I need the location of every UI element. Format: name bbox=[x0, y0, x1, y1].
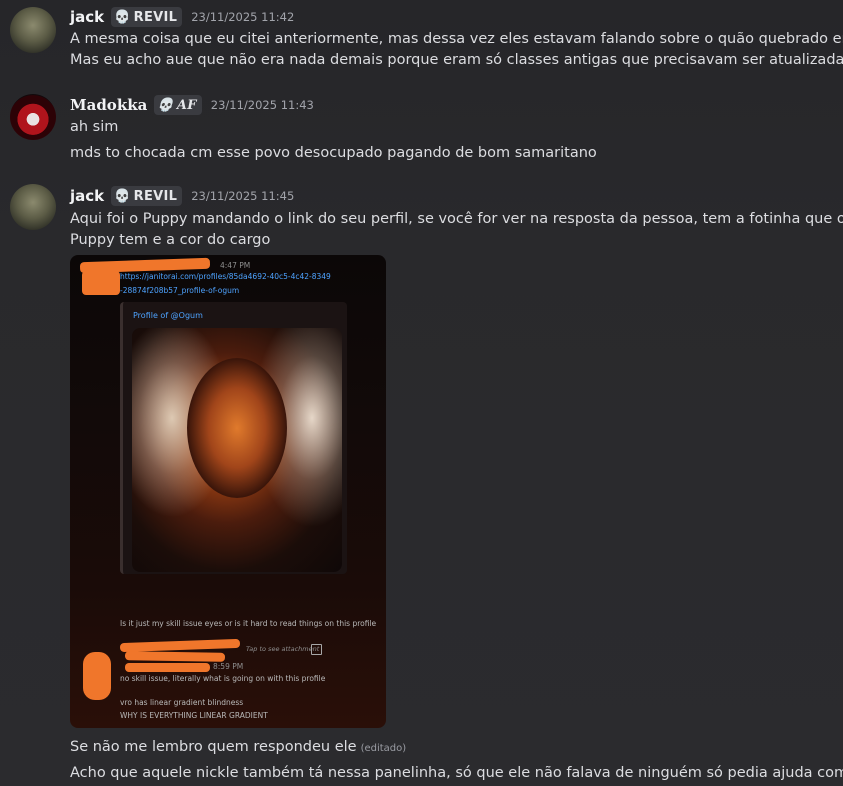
message-line: A mesma coisa que eu citei anteriormente… bbox=[70, 31, 843, 47]
timestamp: 23/11/2025 11:45 bbox=[191, 189, 295, 203]
tap-attachment-label[interactable]: Tap to see attachment bbox=[246, 645, 319, 653]
profile-image bbox=[132, 328, 342, 572]
message-text: Se não me lembro quem respondeu ele bbox=[70, 739, 357, 755]
timestamp: 23/11/2025 11:43 bbox=[210, 98, 314, 112]
avatar[interactable] bbox=[10, 184, 56, 230]
role-tag-label: REVIL bbox=[133, 188, 178, 204]
skull-icon: 💀 bbox=[114, 9, 131, 25]
username[interactable]: jack bbox=[70, 187, 104, 205]
card-title[interactable]: Profile of @Ogum bbox=[133, 311, 203, 320]
message-header: Madokka 💀 AF 23/11/2025 11:43 bbox=[70, 94, 314, 116]
message-line: Mas eu acho aue que não era nada demais … bbox=[70, 52, 843, 68]
message-line: ah sim bbox=[70, 119, 119, 135]
redaction-scribble bbox=[83, 652, 111, 700]
username[interactable]: Madokka bbox=[70, 96, 147, 114]
redaction-scribble bbox=[124, 651, 226, 662]
embed-link[interactable]: https://janitorai.com/profiles/85da4692-… bbox=[120, 272, 331, 281]
embed-time: 8:59 PM bbox=[213, 662, 244, 671]
message-header: jack 💀 REVIL 23/11/2025 11:45 bbox=[70, 185, 294, 207]
message-line: Acho que aquele nickle também tá nessa p… bbox=[70, 765, 843, 781]
purple-skull-icon: 💀 bbox=[157, 97, 174, 113]
redaction-scribble bbox=[125, 663, 210, 672]
message-line: mds to chocada cm esse povo desocupado p… bbox=[70, 145, 597, 161]
timestamp: 23/11/2025 11:42 bbox=[191, 10, 295, 24]
embed-message: WHY IS EVERYTHING LINEAR GRADIENT bbox=[120, 711, 268, 720]
role-tag-label: AF bbox=[176, 97, 197, 113]
message-line: Puppy tem e a cor do cargo bbox=[70, 232, 271, 248]
role-tag[interactable]: 💀 AF bbox=[154, 95, 202, 115]
username[interactable]: jack bbox=[70, 8, 104, 26]
avatar[interactable] bbox=[10, 94, 56, 140]
image-attachment[interactable]: 4:47 PM https://janitorai.com/profiles/8… bbox=[70, 255, 386, 728]
message-line: Aqui foi o Puppy mandando o link do seu … bbox=[70, 211, 843, 227]
role-tag[interactable]: 💀 REVIL bbox=[111, 186, 183, 206]
embed-message: no skill issue, literally what is going … bbox=[120, 674, 326, 683]
embed-message: vro has linear gradient blindness bbox=[120, 698, 244, 707]
redaction-scribble bbox=[82, 271, 120, 295]
message-line: Se não me lembro quem respondeu ele (edit… bbox=[70, 737, 406, 759]
avatar[interactable] bbox=[10, 7, 56, 53]
message-header: jack 💀 REVIL 23/11/2025 11:42 bbox=[70, 6, 294, 28]
redaction-scribble bbox=[119, 638, 241, 653]
embed-link[interactable]: -28874f208b57_profile-of-ogum bbox=[120, 286, 239, 295]
role-tag[interactable]: 💀 REVIL bbox=[111, 7, 183, 27]
role-tag-label: REVIL bbox=[133, 9, 178, 25]
edited-label: (editado) bbox=[360, 743, 407, 754]
embed-message: Is it just my skill issue eyes or is it … bbox=[120, 619, 377, 628]
image-icon[interactable] bbox=[311, 644, 322, 655]
skull-icon: 💀 bbox=[114, 188, 131, 204]
embed-time: 4:47 PM bbox=[220, 261, 251, 270]
